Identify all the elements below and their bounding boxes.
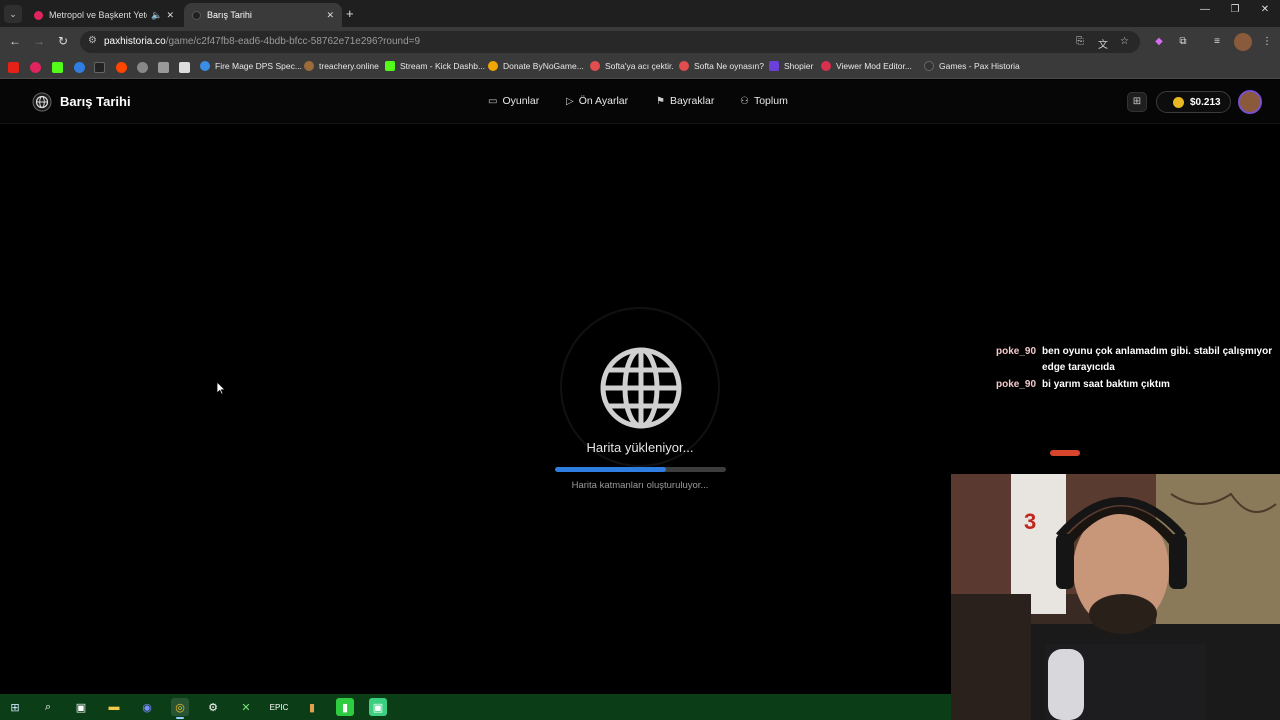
browser-menu-icon[interactable]: ⋮ xyxy=(1258,33,1276,51)
chrome-icon[interactable]: ◎ xyxy=(171,698,189,719)
bookmark-viewer-mod[interactable]: Viewer Mod Editor... xyxy=(821,61,912,71)
nav-toplum[interactable]: ⚇ Toplum xyxy=(740,95,788,107)
play-icon: ▷ xyxy=(566,95,574,107)
extensions-puzzle-icon[interactable]: ⧉ xyxy=(1174,33,1192,51)
task-view-icon[interactable]: ▣ xyxy=(72,698,90,716)
speaker-icon[interactable]: 🔈 xyxy=(151,10,162,21)
install-app-icon[interactable]: ⎘ xyxy=(1076,36,1084,47)
search-icon[interactable]: ⌕ xyxy=(39,698,57,716)
users-icon: ⚇ xyxy=(740,95,749,107)
bookmark-kick-dashboard[interactable]: Stream - Kick Dashb... xyxy=(385,61,485,71)
extension-icon[interactable]: ◆ xyxy=(1150,33,1168,51)
bookmark-shopier[interactable]: Shopier xyxy=(769,61,813,71)
balance-amount: $0.213 xyxy=(1190,96,1221,108)
bookmark-icon[interactable] xyxy=(94,62,105,73)
bookmark-softa-aci[interactable]: Softa'ya acı çektir. xyxy=(590,61,674,71)
bookmark-bynogame[interactable]: Donate ByNoGame... xyxy=(488,61,584,71)
reload-icon[interactable]: ↻ xyxy=(54,34,72,48)
bookmark-softa-ne-oynasin[interactable]: Softa Ne oynasın? xyxy=(679,61,764,71)
stream-indicator xyxy=(1050,450,1080,456)
close-window-icon[interactable]: ✕ xyxy=(1250,4,1280,15)
app-icon[interactable]: ▣ xyxy=(369,698,387,716)
flag-icon: ⚑ xyxy=(656,95,665,107)
loading-progress-fill xyxy=(555,467,667,472)
chat-message: poke_90 bi yarım saat baktım çıktım xyxy=(996,377,1276,393)
chat-username: poke_90 xyxy=(996,346,1037,357)
tab-baris-tarihi[interactable]: Barış Tarihi ✕ xyxy=(184,3,342,27)
brand-title[interactable]: Barış Tarihi xyxy=(60,94,131,109)
tab-title: Metropol ve Başkent Yeter xyxy=(49,10,148,20)
tab-search-button[interactable]: ⌄ xyxy=(4,5,22,23)
chat-text: ben oyunu çok anlamadım gibi. stabil çal… xyxy=(1042,346,1273,373)
bookmark-fire-mage[interactable]: Fire Mage DPS Spec... xyxy=(200,61,302,71)
bookmark-treachery[interactable]: treachery.online xyxy=(304,61,379,71)
balance-button[interactable]: $0.213 xyxy=(1156,91,1231,113)
user-avatar[interactable] xyxy=(1238,90,1262,114)
close-tab-icon[interactable]: ✕ xyxy=(166,10,174,21)
file-explorer-icon[interactable]: ▬ xyxy=(105,698,123,716)
youtube-icon[interactable] xyxy=(8,62,19,73)
pen-icon[interactable] xyxy=(158,62,169,73)
chat-username: poke_90 xyxy=(996,379,1037,390)
new-tab-button[interactable]: + xyxy=(346,6,354,21)
bookmark-icon[interactable] xyxy=(30,62,41,73)
app-icon[interactable]: ▮ xyxy=(303,698,321,716)
profile-avatar[interactable] xyxy=(1234,33,1252,51)
nav-on-ayarlar[interactable]: ▷ Ön Ayarlar xyxy=(566,95,628,107)
loading-title: Harita yükleniyor... xyxy=(586,440,694,455)
gamepad-icon: ▭ xyxy=(488,95,498,107)
stream-chat-overlay: poke_90 ben oyunu çok anlamadım gibi. st… xyxy=(996,344,1276,394)
discord-icon[interactable]: ◉ xyxy=(138,698,156,716)
windows-start-icon[interactable]: ⊞ xyxy=(6,698,24,716)
reddit-icon[interactable] xyxy=(116,62,127,73)
xbox-icon[interactable]: ✕ xyxy=(237,698,255,716)
svg-text:3: 3 xyxy=(1024,509,1036,534)
media-control-icon[interactable]: ≡ xyxy=(1208,33,1226,51)
loading-progress-bar xyxy=(555,467,726,472)
globe-logo-icon[interactable] xyxy=(32,92,52,112)
bookmark-icon[interactable] xyxy=(137,62,148,73)
windows-taskbar: ⊞ ⌕ ▣ ▬ ◉ ◎ ⚙ ✕ EPIC ▮ ▮ ▣ xyxy=(0,694,951,720)
bookmark-icon[interactable] xyxy=(179,62,190,73)
nav-bayraklar[interactable]: ⚑ Bayraklar xyxy=(656,95,714,107)
loading-subtitle: Harita katmanları oluşturuluyor... xyxy=(571,480,709,491)
address-bar[interactable]: ⚙ paxhistoria.co/game/c2f47fb8-ead6-4bdb… xyxy=(80,31,1140,53)
steam-icon[interactable]: ⚙ xyxy=(204,698,222,716)
coin-icon xyxy=(1173,96,1184,108)
webcam-feed: 3 xyxy=(951,474,1280,720)
browser-tab-strip: ⌄ Metropol ve Başkent Yeter 🔈 ✕ Barış Ta… xyxy=(0,0,1280,27)
nav-oyunlar[interactable]: ▭ Oyunlar xyxy=(488,95,539,107)
tab-favicon xyxy=(34,10,43,20)
chat-message: poke_90 ben oyunu çok anlamadım gibi. st… xyxy=(996,344,1276,376)
app-header: Barış Tarihi ▭ Oyunlar ▷ Ön Ayarlar ⚑ Bayra… xyxy=(0,80,1280,124)
restore-icon[interactable]: ❐ xyxy=(1220,4,1250,15)
bookmark-icon[interactable] xyxy=(74,62,85,73)
translate-icon[interactable]: 文 xyxy=(1098,36,1108,51)
app-icon[interactable]: ▮ xyxy=(336,698,354,716)
globe-icon xyxy=(600,347,682,429)
url-text[interactable]: paxhistoria.co/game/c2f47fb8-ead6-4bdb-b… xyxy=(104,36,420,47)
tab-title: Barış Tarihi xyxy=(207,10,252,20)
bookmarks-bar: Fire Mage DPS Spec... treachery.online S… xyxy=(0,57,1280,79)
chat-text: bi yarım saat baktım çıktım xyxy=(1042,379,1170,390)
mouse-cursor-icon xyxy=(216,381,226,395)
minimize-icon[interactable]: — xyxy=(1190,4,1220,15)
back-icon[interactable]: ← xyxy=(6,34,24,48)
browser-toolbar: ← → ↻ ⚙ paxhistoria.co/game/c2f47fb8-ead… xyxy=(0,27,1280,57)
site-info-icon[interactable]: ⚙ xyxy=(88,35,97,46)
tab-metropol[interactable]: Metropol ve Başkent Yeter 🔈 ✕ xyxy=(26,3,182,27)
gift-icon[interactable]: ⊞ xyxy=(1127,92,1147,112)
epic-games-icon[interactable]: EPIC xyxy=(270,698,289,716)
tab-favicon xyxy=(192,10,201,20)
forward-icon[interactable]: → xyxy=(30,34,48,48)
close-tab-icon[interactable]: ✕ xyxy=(326,10,334,21)
kick-icon[interactable] xyxy=(52,62,63,73)
bookmark-pax-historia[interactable]: Games - Pax Historia xyxy=(924,61,1020,71)
bookmark-star-icon[interactable]: ☆ xyxy=(1120,36,1129,47)
